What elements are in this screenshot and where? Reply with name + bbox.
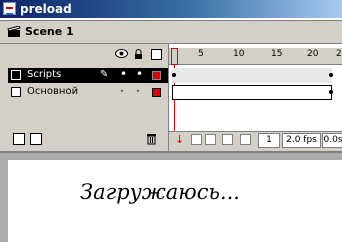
edit-multiple-frames-button[interactable] [222, 134, 233, 145]
scene-clapperboard-icon [7, 26, 21, 37]
delete-layer-trash-icon[interactable] [146, 133, 157, 145]
lock-dot[interactable]: · [136, 84, 140, 98]
onion-outlines-button[interactable] [205, 134, 216, 145]
lock-dot[interactable]: • [136, 67, 143, 81]
onion-skin-button[interactable] [191, 134, 202, 145]
ruler-tick: 15 [271, 49, 283, 59]
layer-color-swatch[interactable] [152, 88, 161, 97]
layer-name: Основной [27, 86, 79, 97]
frame-span-scripts[interactable] [172, 68, 332, 83]
layer-row-osnova[interactable]: Основной · · [8, 84, 168, 100]
elapsed-time: 0.0s [322, 133, 342, 148]
keyframe[interactable] [329, 73, 333, 77]
layer-name: Scripts [27, 69, 62, 80]
ruler-tick: 20 [307, 49, 319, 59]
pencil-icon: ✎ [100, 69, 109, 80]
scene-label[interactable]: Scene 1 [25, 25, 74, 38]
center-frame-icon[interactable]: ↓ [175, 133, 184, 146]
show-hide-eye-icon[interactable] [115, 49, 128, 58]
add-guide-layer-button[interactable] [30, 133, 42, 145]
ruler-tick: 10 [233, 49, 245, 59]
visibility-dot[interactable]: • [120, 67, 127, 81]
lock-icon[interactable] [134, 49, 143, 60]
window-titlebar[interactable]: preload [0, 0, 342, 18]
frame-span-osnova[interactable] [172, 85, 332, 100]
layer-color-swatch[interactable] [152, 71, 161, 80]
outline-toggle-icon[interactable] [151, 49, 162, 60]
layer-row-scripts[interactable]: Scripts ✎ • • [8, 67, 168, 83]
frame-rate: 2.0 fps [282, 133, 321, 148]
playhead[interactable] [171, 48, 178, 65]
ruler-tick: 5 [198, 49, 204, 59]
window-title: preload [20, 2, 72, 16]
visibility-dot[interactable]: · [120, 84, 124, 98]
stage-text[interactable]: Загружаюсь... [80, 180, 240, 204]
add-layer-button[interactable] [13, 133, 25, 145]
app-icon [3, 2, 16, 15]
layer-icon [11, 70, 21, 80]
keyframe[interactable] [172, 73, 176, 77]
layer-icon [11, 87, 21, 97]
ruler-tick: 2 [336, 49, 342, 59]
keyframe[interactable] [329, 90, 333, 94]
current-frame: 1 [258, 133, 280, 148]
modify-onion-markers-button[interactable] [240, 134, 251, 145]
